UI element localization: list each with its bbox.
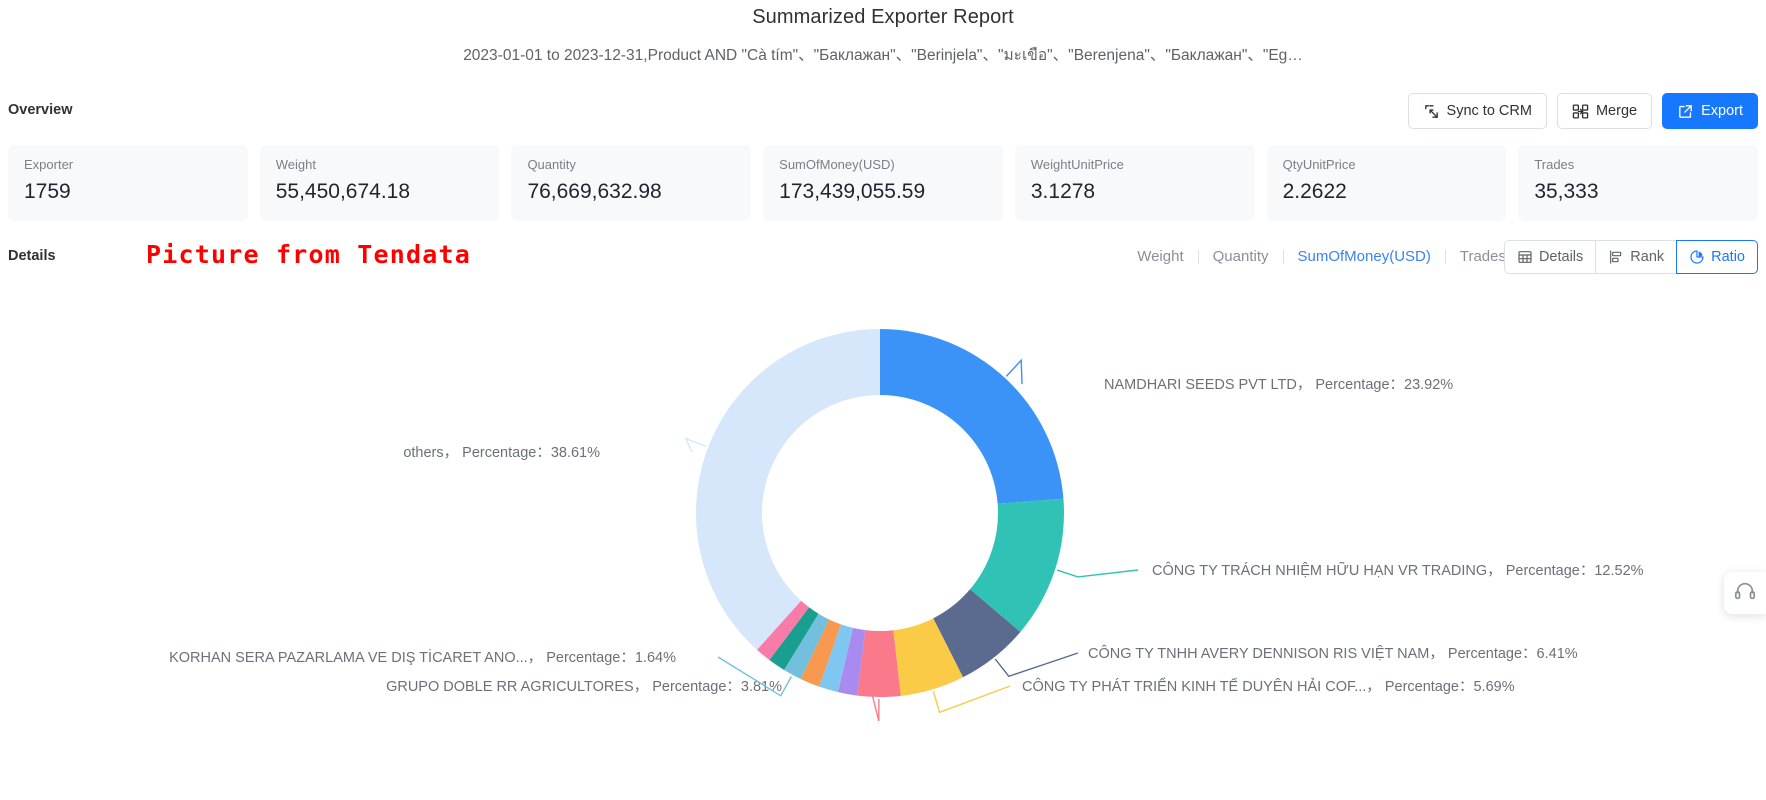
donut-slice[interactable] bbox=[880, 329, 1064, 504]
stat-card-value: 173,439,055.59 bbox=[779, 180, 926, 203]
page-title: Summarized Exporter Report bbox=[752, 6, 1014, 28]
metric-tab-weight[interactable]: Weight bbox=[1123, 246, 1197, 268]
view-mode-toggle-group: Details Rank Ratio bbox=[1503, 240, 1758, 274]
stat-card: QtyUnitPrice 2.2622 bbox=[1266, 145, 1507, 221]
stat-card-value: 1759 bbox=[24, 180, 71, 203]
callout-leader-line bbox=[1056, 569, 1139, 578]
overview-toolbar: Sync to CRM Merge Export bbox=[1407, 93, 1758, 129]
stat-card: SumOfMoney(USD) 173,439,055.59 bbox=[763, 145, 1003, 221]
callout-label: others， Percentage：38.61% bbox=[403, 445, 600, 461]
callout-leader-line bbox=[994, 652, 1079, 678]
report-page: Summarized Exporter Report 2023-01-01 to… bbox=[0, 0, 1766, 800]
callout-label: NAMDHARI SEEDS PVT LTD， Percentage：23.92… bbox=[1104, 377, 1453, 393]
view-toggle-ratio[interactable]: Ratio bbox=[1676, 240, 1758, 274]
sync-to-crm-label: Sync to CRM bbox=[1446, 103, 1532, 119]
stat-card: Exporter 1759 bbox=[8, 145, 248, 221]
support-headset-button[interactable] bbox=[1724, 572, 1766, 614]
view-toggle-label: Ratio bbox=[1711, 249, 1745, 265]
stat-card-key: Quantity bbox=[527, 157, 576, 172]
callout-label: KORHAN SERA PAZARLAMA VE DIŞ TİCARET ANO… bbox=[169, 648, 676, 666]
stat-card-value: 35,333 bbox=[1534, 180, 1599, 203]
stat-card: Weight 55,450,674.18 bbox=[259, 145, 500, 221]
stat-card: Quantity 76,669,632.98 bbox=[511, 145, 752, 221]
watermark-text: Picture from Tendata bbox=[146, 240, 472, 269]
stat-card-key: WeightUnitPrice bbox=[1030, 157, 1124, 172]
metric-tab-group: Weight Quantity SumOfMoney(USD) Trades bbox=[1123, 246, 1520, 268]
overview-section-label: Overview bbox=[8, 102, 73, 118]
view-toggle-details[interactable]: Details bbox=[1503, 240, 1597, 274]
table-icon bbox=[1517, 249, 1533, 265]
sync-to-crm-button[interactable]: Sync to CRM bbox=[1407, 93, 1547, 129]
callout-leader-line bbox=[1005, 358, 1023, 385]
stat-card: Trades 35,333 bbox=[1518, 145, 1759, 221]
export-icon bbox=[1677, 103, 1694, 120]
page-subtitle: 2023-01-01 to 2023-12-31,Product AND "Cà… bbox=[463, 47, 1303, 64]
export-label: Export bbox=[1701, 103, 1743, 119]
metric-tab-quantity[interactable]: Quantity bbox=[1199, 246, 1283, 268]
headset-icon bbox=[1734, 580, 1756, 607]
callout-label: CÔNG TY TNHH AVERY DENNISON RIS VIỆT NAM… bbox=[1088, 645, 1578, 662]
ratio-donut-chart: NAMDHARI SEEDS PVT LTD， Percentage：23.92… bbox=[0, 300, 1766, 800]
callout-label: CÔNG TY PHÁT TRIỂN KINH TẾ DUYÊN HẢI COF… bbox=[1022, 677, 1515, 695]
callout-label: CÔNG TY TRÁCH NHIỆM HỮU HẠN VR TRADING， … bbox=[1152, 562, 1644, 579]
stat-card-key: Exporter bbox=[24, 157, 74, 172]
details-section-label: Details bbox=[8, 248, 56, 264]
merge-label: Merge bbox=[1595, 103, 1638, 119]
sync-to-crm-icon bbox=[1423, 103, 1440, 120]
view-toggle-label: Rank bbox=[1630, 249, 1665, 265]
stat-card: WeightUnitPrice 3.1278 bbox=[1014, 145, 1255, 221]
metric-tab-sumofmoney-usd[interactable]: SumOfMoney(USD) bbox=[1284, 246, 1445, 268]
stat-card-key: QtyUnitPrice bbox=[1282, 157, 1356, 172]
stat-card-key: SumOfMoney(USD) bbox=[779, 157, 895, 172]
merge-button[interactable]: Merge bbox=[1556, 93, 1653, 129]
merge-icon bbox=[1572, 103, 1589, 120]
donut-slice[interactable] bbox=[696, 329, 880, 650]
bar-rank-icon bbox=[1608, 249, 1624, 265]
view-toggle-rank[interactable]: Rank bbox=[1595, 240, 1678, 274]
stat-card-value: 76,669,632.98 bbox=[527, 180, 662, 203]
export-button[interactable]: Export bbox=[1662, 93, 1758, 129]
view-toggle-label: Details bbox=[1538, 249, 1584, 265]
stat-card-value: 3.1278 bbox=[1030, 180, 1096, 203]
stat-card-value: 55,450,674.18 bbox=[275, 180, 411, 203]
stat-card-value: 2.2622 bbox=[1282, 180, 1347, 203]
callout-leader-line bbox=[684, 437, 707, 453]
callout-leader-line bbox=[932, 685, 1011, 714]
callout-label: GRUPO DOBLE RR AGRICULTORES， Percentage：… bbox=[386, 679, 782, 695]
pie-chart-icon bbox=[1689, 249, 1705, 265]
stat-card-key: Weight bbox=[275, 157, 316, 172]
donut-chart-svg: NAMDHARI SEEDS PVT LTD， Percentage：23.92… bbox=[169, 329, 1644, 722]
overview-stat-cards: Exporter 1759 Weight 55,450,674.18 Quantity 7… bbox=[8, 145, 1759, 221]
stat-card-key: Trades bbox=[1534, 157, 1575, 172]
